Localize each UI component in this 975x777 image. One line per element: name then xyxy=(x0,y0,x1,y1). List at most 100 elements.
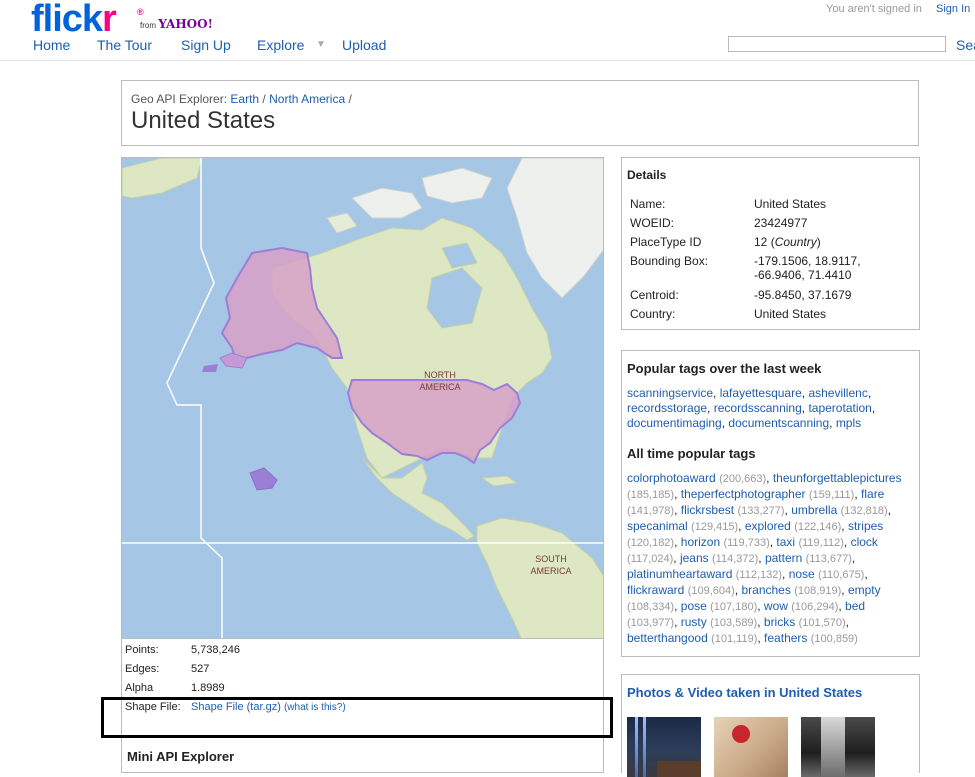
from-text: from xyxy=(140,21,156,30)
name-label: Name: xyxy=(630,197,666,211)
tag-count: (101,570) xyxy=(798,617,846,629)
tag-count: (113,677) xyxy=(805,553,852,565)
popular-tag-link[interactable]: recordsstorage xyxy=(627,401,707,415)
breadcrumb-prefix: Geo API Explorer: xyxy=(131,92,228,106)
alpha-label: Alpha xyxy=(125,682,154,694)
bbox-line1: -179.1506, 18.9117, xyxy=(754,254,861,268)
woeid-value: 23424977 xyxy=(754,216,808,230)
all-time-tag-link[interactable]: horizon xyxy=(681,535,720,549)
all-time-tag-link[interactable]: pattern xyxy=(765,551,802,565)
placetype-value: 12 (Country) xyxy=(754,235,821,249)
breadcrumb-separator: / xyxy=(262,92,266,106)
tag-count: (108,919) xyxy=(794,585,842,597)
tag-count: (103,589) xyxy=(710,617,758,629)
all-time-tag-link[interactable]: betterthangood xyxy=(627,631,708,645)
from-yahoo: from YAHOO! xyxy=(140,17,213,31)
tag-count: (101,119) xyxy=(711,633,758,645)
search-button[interactable]: Sea xyxy=(956,37,975,53)
logo-flick: flick xyxy=(31,0,103,40)
all-time-tags: colorphotoaward (200,663), theunforgetta… xyxy=(627,471,902,645)
edges-value: 527 xyxy=(191,663,210,675)
tag-count: (109,604) xyxy=(687,585,735,597)
photo-thumbnail[interactable] xyxy=(801,717,875,777)
details-title: Details xyxy=(627,168,667,182)
name-value: United States xyxy=(754,197,827,211)
alpha-value: 1.8989 xyxy=(191,682,225,694)
points-value: 5,738,246 xyxy=(191,644,240,656)
photo-thumbnail[interactable] xyxy=(627,717,701,777)
popular-tag-link[interactable]: taperotation xyxy=(808,401,871,415)
popular-week-title: Popular tags over the last week xyxy=(627,361,822,376)
logo-r: r xyxy=(102,0,117,40)
all-time-title: All time popular tags xyxy=(627,446,756,461)
all-time-tag-link[interactable]: empty xyxy=(848,583,881,597)
signin-status: You aren't signed in xyxy=(826,3,922,15)
flickr-logo[interactable]: flickr ® xyxy=(31,0,144,41)
all-time-tag-link[interactable]: rusty xyxy=(681,615,707,629)
all-time-tag-link[interactable]: wow xyxy=(764,599,788,613)
all-time-tag-link[interactable]: flickraward xyxy=(627,583,684,597)
all-time-tag-link[interactable]: theunforgettablepictures xyxy=(773,471,902,485)
all-time-tag-link[interactable]: umbrella xyxy=(791,503,837,517)
woeid-label: WOEID: xyxy=(630,216,674,230)
tag-count: (114,372) xyxy=(711,553,759,565)
breadcrumb-earth[interactable]: Earth xyxy=(230,92,259,106)
tag-count: (133,277) xyxy=(737,505,785,517)
photos-title[interactable]: Photos & Video taken in United States xyxy=(627,685,862,700)
nav-home[interactable]: Home xyxy=(33,37,70,53)
all-time-tag-link[interactable]: stripes xyxy=(848,519,883,533)
map-view[interactable]: NORTH AMERICA SOUTH AMERICA xyxy=(121,157,604,639)
all-time-tag-link[interactable]: colorphotoaward xyxy=(627,471,716,485)
tag-count: (110,675) xyxy=(818,569,865,581)
all-time-tag-link[interactable]: flare xyxy=(861,487,884,501)
all-time-tag-link[interactable]: bricks xyxy=(764,615,795,629)
header-divider xyxy=(0,60,975,61)
popular-tag-link[interactable]: mpls xyxy=(836,416,861,430)
all-time-tag-link[interactable]: jeans xyxy=(680,551,709,565)
all-time-tag-link[interactable]: taxi xyxy=(776,535,795,549)
nav-upload[interactable]: Upload xyxy=(342,37,386,53)
popular-week-tags: scanningservice, lafayettesquare, ashevi… xyxy=(627,386,876,430)
all-time-tag-link[interactable]: specanimal xyxy=(627,519,688,533)
tag-count: (100,859) xyxy=(810,633,858,645)
popular-tag-link[interactable]: documentimaging xyxy=(627,416,722,430)
popular-tag-link[interactable]: scanningservice xyxy=(627,386,713,400)
all-time-tag-link[interactable]: bed xyxy=(845,599,865,613)
tag-count: (185,185) xyxy=(627,489,675,501)
centroid-label: Centroid: xyxy=(630,288,679,302)
tag-count: (120,182) xyxy=(627,537,675,549)
breadcrumb-north-america[interactable]: North America xyxy=(269,92,345,106)
red-object xyxy=(732,725,750,743)
nav-explore[interactable]: Explore xyxy=(257,37,304,53)
nav-sign-up[interactable]: Sign Up xyxy=(181,37,231,53)
city-skyline xyxy=(657,761,701,777)
popular-tag-link[interactable]: documentscanning xyxy=(728,416,829,430)
photo-thumbnail[interactable] xyxy=(714,717,788,777)
all-time-tag-link[interactable]: clock xyxy=(851,535,878,549)
country-value: United States xyxy=(754,307,827,321)
tag-count: (200,663) xyxy=(719,473,767,485)
map-label-america: AMERICA xyxy=(419,382,460,392)
nav-the-tour[interactable]: The Tour xyxy=(97,37,152,53)
country-label: Country: xyxy=(630,307,676,321)
chevron-down-icon[interactable]: ▼ xyxy=(316,39,326,50)
tag-count: (122,146) xyxy=(794,521,842,533)
logo-registered: ® xyxy=(137,7,144,17)
sign-in-link[interactable]: Sign In xyxy=(936,3,970,15)
breadcrumb-separator: / xyxy=(348,92,352,106)
popular-tag-link[interactable]: recordsscanning xyxy=(714,401,802,415)
bbox-line2: -66.9406, 71.4410 xyxy=(754,268,852,282)
all-time-tag-link[interactable]: explored xyxy=(745,519,791,533)
all-time-tag-link[interactable]: feathers xyxy=(764,631,807,645)
placetype-name: Country xyxy=(774,235,817,249)
all-time-tag-link[interactable]: flickrsbest xyxy=(681,503,734,517)
popular-tag-link[interactable]: ashevillenc xyxy=(808,386,867,400)
all-time-tag-link[interactable]: pose xyxy=(681,599,707,613)
all-time-tag-link[interactable]: branches xyxy=(741,583,790,597)
all-time-tag-link[interactable]: theperfectphotographer xyxy=(681,487,806,501)
all-time-tag-link[interactable]: platinumheartaward xyxy=(627,567,732,581)
popular-tag-link[interactable]: lafayettesquare xyxy=(720,386,802,400)
highlight-box xyxy=(101,697,613,738)
all-time-tag-link[interactable]: nose xyxy=(789,567,815,581)
search-input[interactable] xyxy=(728,36,946,52)
